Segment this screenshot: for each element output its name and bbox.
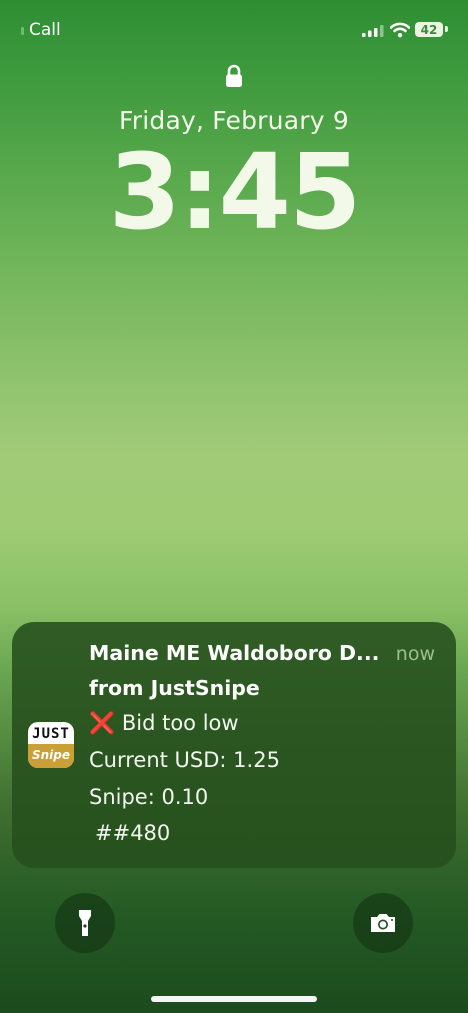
camera-icon [371,914,395,932]
call-indicator-dot [21,27,24,35]
cellular-signal-icon [362,25,384,37]
notification-current-line: Current USD: 1.25 [89,748,280,772]
status-bar: Call 42 [0,0,468,56]
wifi-icon [390,22,410,38]
notification-status-text: Bid too low [121,711,239,735]
app-icon-bottom-text: Snipe [28,744,74,768]
notification-card[interactable]: JUST Snipe Maine ME Waldoboro D... now f… [12,622,456,868]
notification-status-line: ❌ Bid too low [89,711,239,736]
battery-indicator: 42 [415,22,443,37]
lock-screen-time: 3:45 [108,131,362,253]
notification-snipe-line: Snipe: 0.10 [89,785,209,809]
flashlight-button[interactable] [55,893,115,953]
justsnipe-app-icon: JUST Snipe [28,722,74,768]
carrier-label[interactable]: Call [29,20,61,40]
notification-title: Maine ME Waldoboro D... [89,641,380,665]
cross-mark-icon: ❌ [89,711,116,735]
home-indicator[interactable] [151,996,317,1002]
notification-time: now [395,643,435,665]
lock-icon [226,64,242,87]
app-icon-top-text: JUST [32,726,70,742]
notification-id-line: ##480 [95,821,171,845]
notification-subtitle: from JustSnipe [89,676,260,700]
flashlight-icon [79,910,91,936]
battery-tip [445,26,448,32]
camera-button[interactable] [353,893,413,953]
